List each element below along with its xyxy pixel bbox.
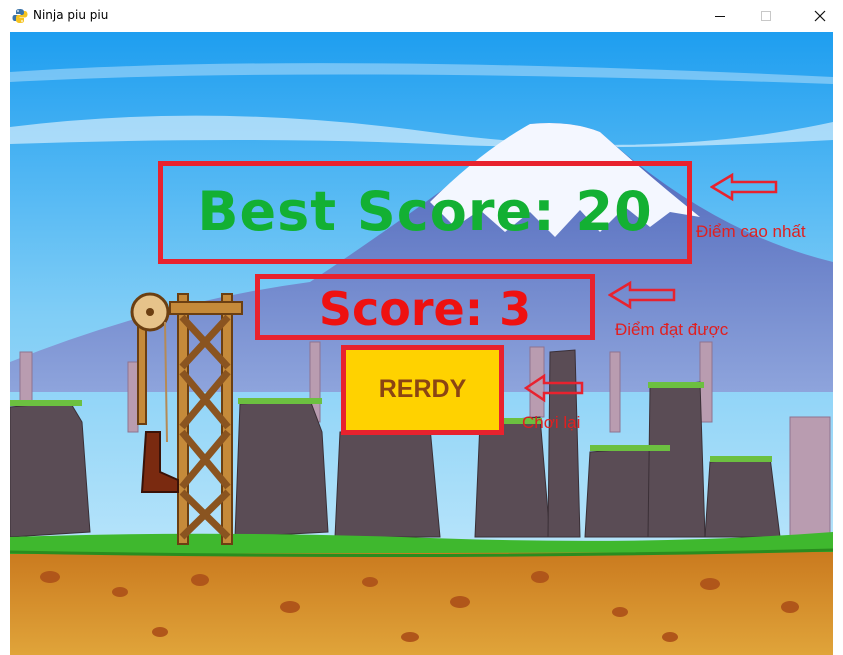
arrow-left-icon [710, 172, 778, 202]
close-button[interactable] [797, 0, 843, 32]
python-icon [12, 8, 28, 24]
annotation-best-score: Điểm cao nhất [696, 222, 806, 241]
maximize-button[interactable] [743, 0, 789, 32]
minimize-icon [715, 16, 725, 17]
arrow-left-icon [608, 280, 676, 310]
close-icon [814, 10, 826, 22]
ready-button-label: RERDY [378, 375, 467, 403]
window-title: Ninja piu piu [33, 8, 109, 22]
best-score-text: Best Score: 20 [197, 180, 653, 243]
game-background [10, 32, 833, 655]
title-bar: Ninja piu piu [0, 0, 843, 32]
best-score-box: Best Score: 20 [158, 161, 692, 264]
annotation-score: Điểm đạt được [615, 320, 729, 339]
score-box: Score: 3 [255, 274, 595, 340]
score-text: Score: 3 [318, 282, 532, 336]
maximize-icon [761, 11, 771, 21]
game-canvas[interactable]: Best Score: 20 Score: 3 RERDY Điểm cao n… [10, 32, 833, 655]
minimize-button[interactable] [697, 0, 743, 32]
ready-button[interactable]: RERDY [341, 345, 504, 435]
arrow-left-icon [524, 373, 584, 403]
annotation-replay: Chơi lại [522, 413, 581, 432]
